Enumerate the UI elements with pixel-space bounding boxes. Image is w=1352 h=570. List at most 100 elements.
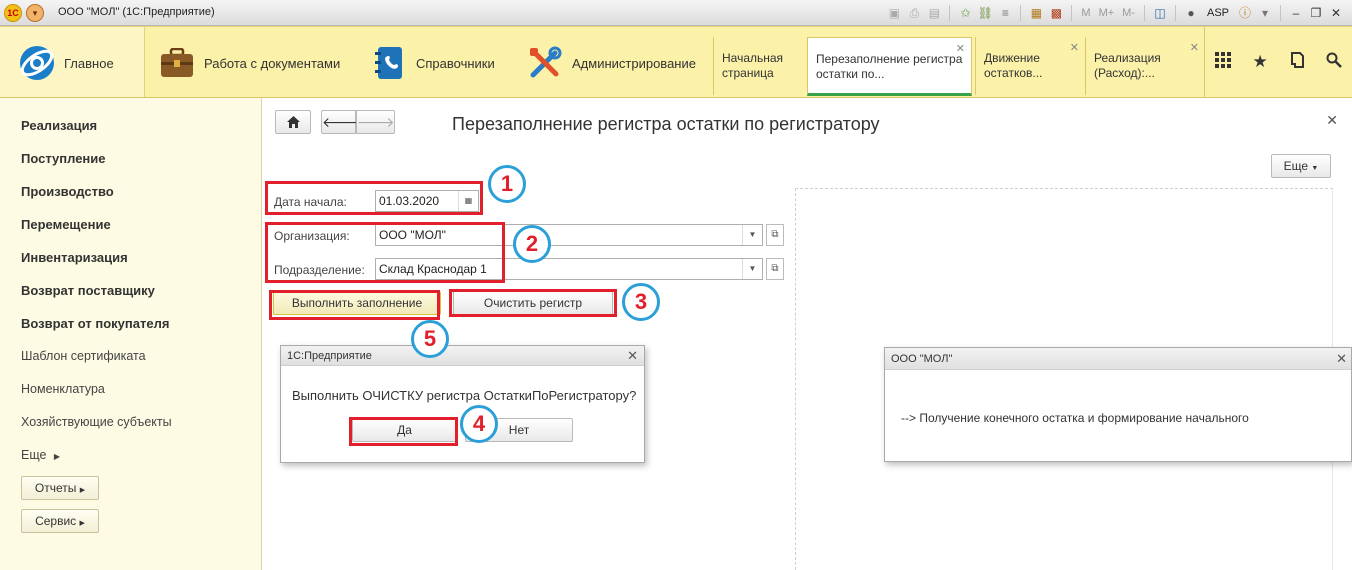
chevron-down-icon[interactable]: ▼: [742, 225, 762, 245]
briefcase-icon: [158, 44, 196, 82]
nav-section-label: Справочники: [416, 55, 495, 71]
tab-label: Движение остатков...: [984, 51, 1043, 80]
annotation-marker-5: 5: [411, 320, 449, 358]
messages-header: ООО "МОЛ" ✕: [885, 348, 1351, 370]
close-icon[interactable]: ✕: [956, 42, 965, 57]
nav-section-documents[interactable]: Работа с документами: [158, 37, 340, 89]
onec-logo-icon[interactable]: 1С: [4, 4, 22, 22]
user-name[interactable]: ASP: [1203, 7, 1233, 19]
more-button-label: Еще: [1283, 159, 1309, 173]
toolbar-divider: [1280, 5, 1281, 21]
toolbar-divider: [1071, 5, 1073, 21]
panel-item-sales[interactable]: Реализация: [21, 118, 97, 133]
panel-item-inventory[interactable]: Инвентаризация: [21, 250, 128, 265]
panel-item-supplier-return[interactable]: Возврат поставщику: [21, 283, 155, 298]
back-button[interactable]: 🡐: [321, 110, 360, 134]
tab-stock-movement[interactable]: Движение остатков... ✕: [975, 37, 1085, 95]
memory-subtract-button[interactable]: M-: [1120, 7, 1137, 19]
annotation-marker-3: 3: [622, 283, 660, 321]
tab-home-page[interactable]: Начальная страница: [713, 37, 807, 95]
confirm-dialog: 1С:Предприятие ✕ Выполнить ОЧИСТКУ регис…: [280, 345, 645, 463]
close-icon[interactable]: ✕: [627, 348, 638, 364]
tab-sale-expense[interactable]: Реализация (Расход):... ✕: [1085, 37, 1205, 95]
panel-item-nomenclature[interactable]: Номенклатура: [21, 382, 105, 396]
panel-item-receipts[interactable]: Поступление: [21, 151, 106, 166]
nav-section-administration[interactable]: Администрирование: [526, 37, 696, 89]
panel-item-customer-return[interactable]: Возврат от покупателя: [21, 316, 169, 331]
toolbar-divider: [1143, 5, 1145, 21]
calculator-icon[interactable]: ▦: [1028, 5, 1044, 21]
panel-item-business-entities[interactable]: Хозяйствующие субъекты: [21, 415, 172, 429]
sections-panel: Главное Работа с документами Справочники: [0, 26, 1352, 98]
arrow-right-icon: 🡒: [357, 114, 395, 130]
annotation-marker-2: 2: [513, 225, 551, 263]
nav-section-main[interactable]: Главное: [18, 37, 114, 89]
nav-tools: ★: [1204, 27, 1352, 97]
restore-icon[interactable]: ❐: [1308, 5, 1324, 21]
panel-item-certificate-template[interactable]: Шаблон сертификата: [21, 349, 146, 363]
nav-section-catalogs[interactable]: Справочники: [370, 37, 495, 89]
reports-button-label: Отчеты: [34, 481, 77, 495]
chevron-right-icon: ▶: [79, 487, 86, 494]
annotation-frame-yes: [349, 417, 458, 446]
panel-item-production[interactable]: Производство: [21, 184, 114, 199]
history-icon[interactable]: [1279, 51, 1316, 74]
forward-button[interactable]: 🡒: [356, 110, 395, 134]
minimize-icon[interactable]: –: [1288, 5, 1304, 21]
more-button[interactable]: Еще ▼: [1271, 154, 1331, 178]
section-commands-panel: Реализация Поступление Производство Пере…: [0, 98, 262, 570]
open-organization-icon[interactable]: ⧉: [766, 224, 784, 246]
window-title-bar: 1С ▾ ООО "МОЛ" (1С:Предприятие) ▣ ⎙ ▤ ✩ …: [0, 0, 1352, 26]
panels-icon[interactable]: ◫: [1152, 5, 1168, 21]
toolbar-divider: [949, 5, 951, 21]
messages-title: ООО "МОЛ": [891, 353, 953, 365]
arrow-left-icon: 🡐: [322, 114, 360, 130]
dialog-message: Выполнить ОЧИСТКУ регистра ОстаткиПоРеги…: [292, 388, 637, 403]
home-button[interactable]: [275, 110, 311, 134]
panel-item-more-label: Еще: [21, 448, 47, 462]
print-icon[interactable]: ⎙: [906, 5, 922, 21]
service-button[interactable]: Сервис ▶: [21, 509, 99, 533]
globe-logo-icon: [18, 44, 56, 82]
messages-window: ООО "МОЛ" ✕ --> Получение конечного оста…: [884, 347, 1352, 462]
calendar-icon[interactable]: ▩: [1048, 5, 1064, 21]
tab-label: Реализация (Расход):...: [1094, 51, 1161, 80]
nav-section-label: Работа с документами: [204, 55, 341, 71]
close-window-icon[interactable]: ✕: [1328, 5, 1344, 21]
memory-store-button[interactable]: M: [1079, 7, 1092, 19]
annotation-marker-4: 4: [460, 405, 498, 443]
panel-item-more[interactable]: Еще ▶: [21, 448, 60, 462]
info-icon[interactable]: ⓘ: [1237, 5, 1253, 21]
service-button-label: Сервис: [35, 514, 77, 528]
history-list-icon[interactable]: ≡: [997, 5, 1013, 21]
star-icon[interactable]: ★: [1242, 52, 1279, 72]
main-menu-icon[interactable]: ▾: [26, 4, 44, 22]
tab-label: Начальная страница: [722, 51, 784, 80]
link-icon[interactable]: ⛓: [977, 5, 993, 21]
panel-item-transfer[interactable]: Перемещение: [21, 217, 111, 232]
search-icon[interactable]: [1315, 52, 1352, 73]
toolbar-divider: [1174, 5, 1176, 21]
chevron-down-icon[interactable]: ▼: [742, 259, 762, 279]
grid-icon[interactable]: [1205, 51, 1242, 73]
close-icon[interactable]: ✕: [1326, 112, 1338, 129]
favorite-add-icon[interactable]: ✩: [957, 5, 973, 21]
tab-label: Перезаполнение регистра остатки по...: [816, 52, 963, 81]
dialog-title: 1С:Предприятие: [287, 350, 372, 362]
chevron-down-icon: ▼: [1311, 165, 1319, 172]
close-icon[interactable]: ✕: [1070, 41, 1079, 56]
annotation-frame-clear: [449, 289, 617, 317]
save-icon[interactable]: ▣: [886, 5, 902, 21]
reports-button[interactable]: Отчеты ▶: [21, 476, 99, 500]
preview-icon[interactable]: ▤: [926, 5, 942, 21]
toolbar-divider: [1020, 5, 1022, 21]
annotation-frame-date: [265, 181, 483, 215]
memory-add-button[interactable]: M+: [1097, 7, 1117, 19]
dropdown-icon[interactable]: ▾: [1257, 5, 1273, 21]
page-title: Перезаполнение регистра остатки по регис…: [452, 114, 880, 134]
open-department-icon[interactable]: ⧉: [766, 258, 784, 280]
close-icon[interactable]: ✕: [1336, 351, 1347, 367]
window-title: ООО "МОЛ" (1С:Предприятие): [58, 6, 215, 18]
tab-refill-register[interactable]: Перезаполнение регистра остатки по... ✕: [807, 37, 972, 96]
close-icon[interactable]: ✕: [1190, 41, 1199, 56]
